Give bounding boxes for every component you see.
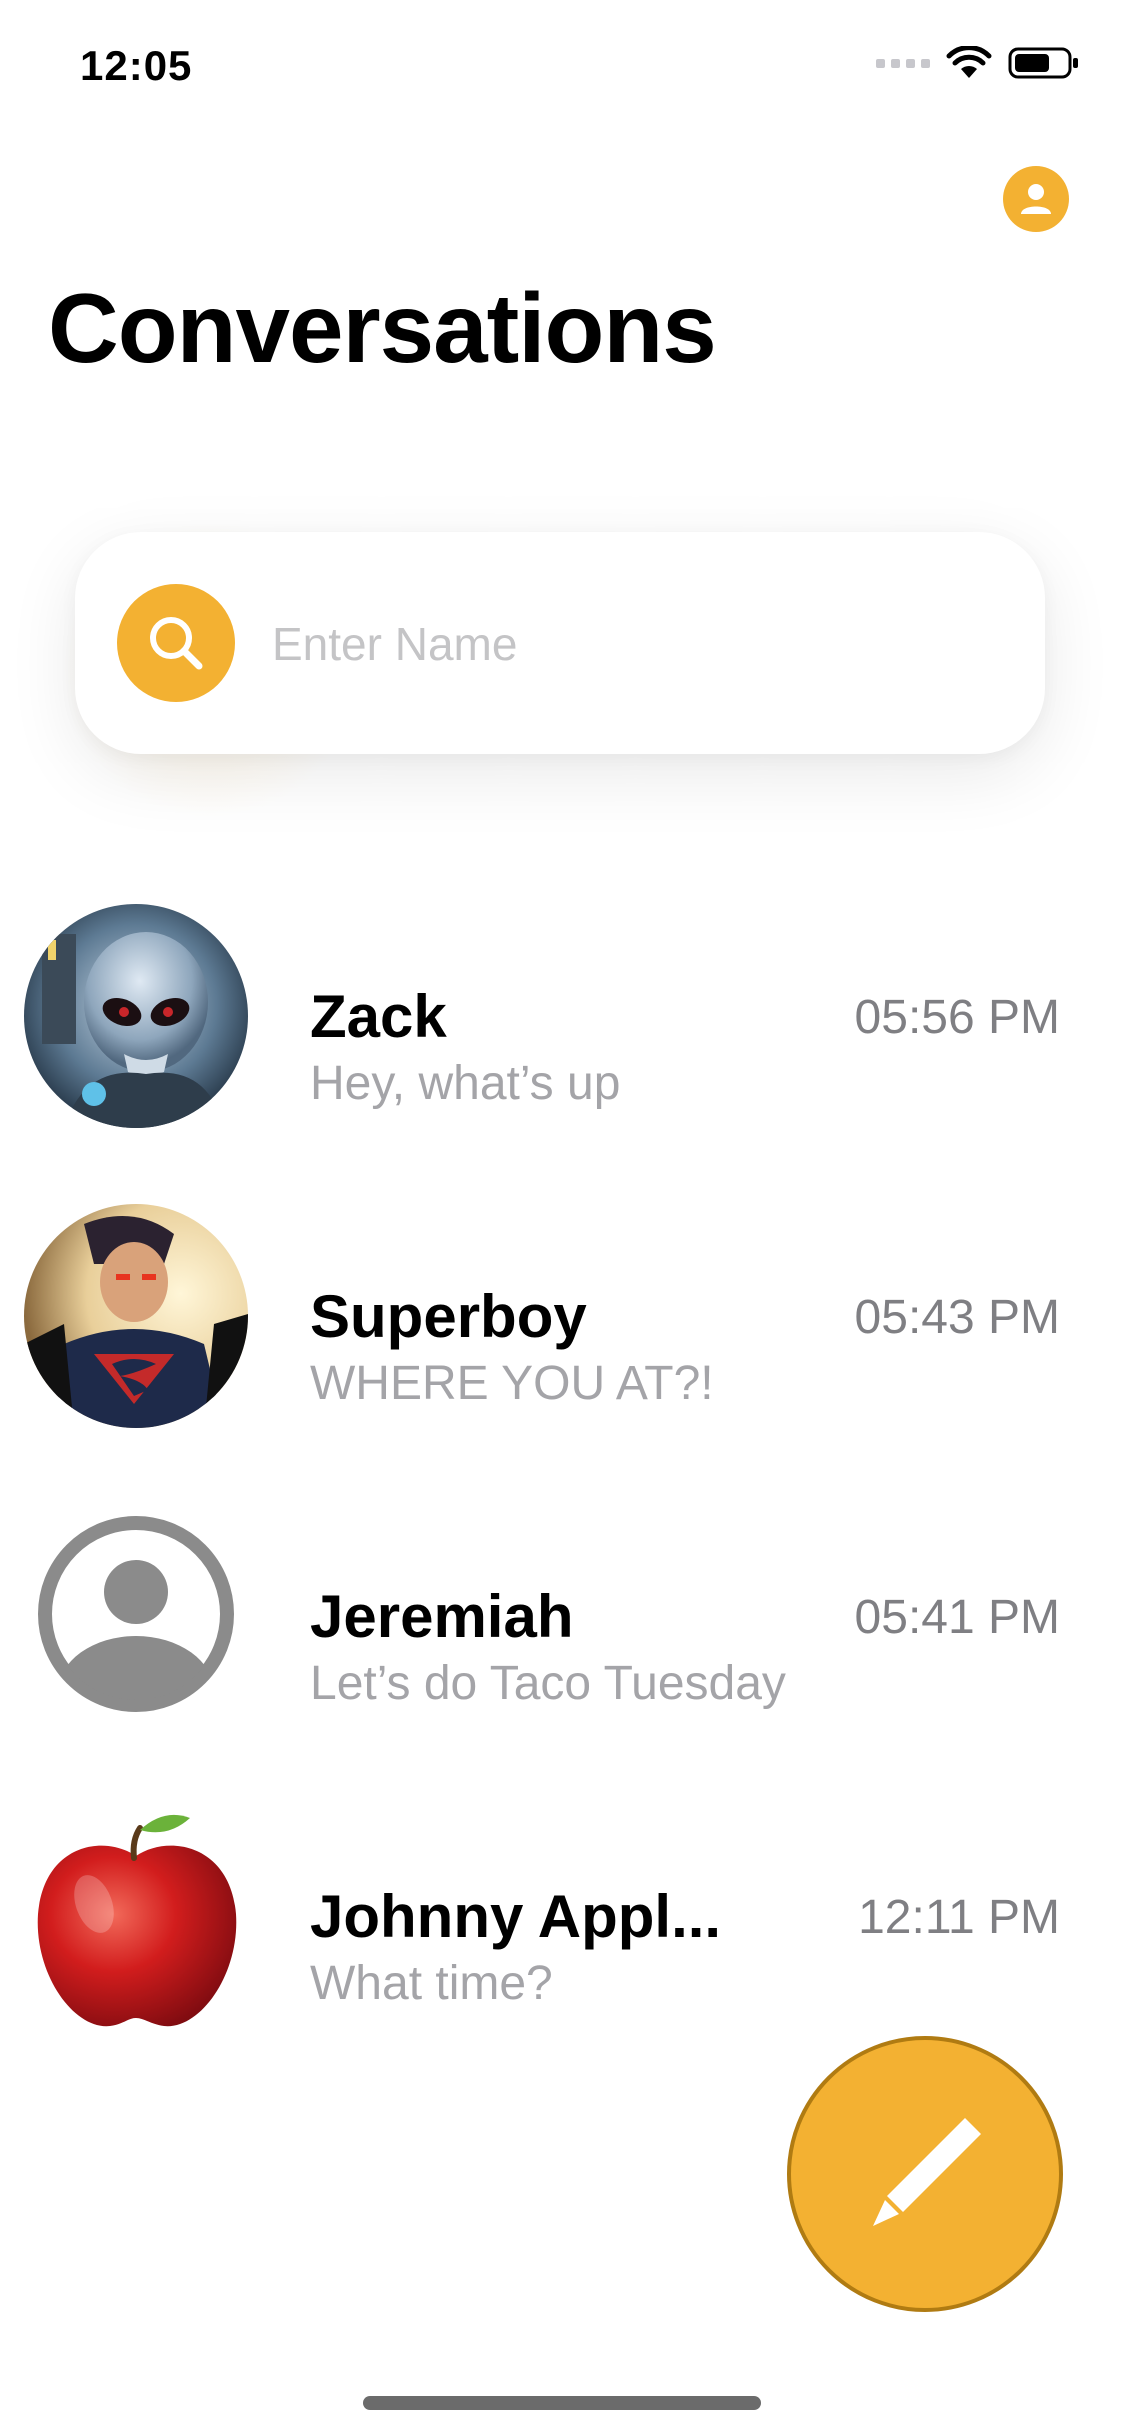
pencil-icon — [873, 2118, 981, 2226]
avatar — [36, 1514, 236, 1714]
message-time: 05:41 PM — [854, 1591, 1060, 1644]
message-time: 12:11 PM — [858, 1891, 1060, 1944]
contact-name: Superboy — [310, 1283, 587, 1350]
avatar — [24, 1204, 248, 1428]
home-indicator[interactable] — [363, 2396, 761, 2410]
search-button[interactable] — [117, 584, 235, 702]
conversation-row[interactable]: Jeremiah Let’s do Taco Tuesday 05:41 PM — [0, 1504, 1125, 1744]
status-bar-time: 12:05 — [80, 42, 193, 89]
status-bar-indicators — [876, 46, 1080, 80]
conversation-row[interactable]: Zack Hey, what’s up 05:56 PM — [0, 904, 1125, 1144]
profile-button[interactable] — [1003, 166, 1069, 232]
conversation-row[interactable]: Johnny Appl... What time? 12:11 PM — [0, 1804, 1125, 2044]
message-preview: WHERE YOU AT?! — [310, 1357, 714, 1410]
person-circle-icon — [1021, 184, 1051, 214]
contact-name: Johnny Appl... — [310, 1883, 722, 1950]
conversations-screen: 12:05 Conversations Enter Name Zack Hey,… — [0, 0, 1125, 2436]
contact-name: Jeremiah — [310, 1583, 574, 1650]
message-preview: Let’s do Taco Tuesday — [310, 1657, 786, 1710]
message-preview: What time? — [310, 1957, 553, 2010]
message-preview: Hey, what’s up — [310, 1057, 621, 1110]
wifi-icon — [946, 46, 992, 78]
contact-name: Zack — [310, 983, 447, 1050]
conversation-row[interactable]: Superboy WHERE YOU AT?! 05:43 PM — [0, 1204, 1125, 1444]
default-person-icon — [38, 1516, 234, 1712]
cellular-signal-icon — [876, 58, 930, 68]
avatar — [24, 1804, 248, 2028]
page-title: Conversations — [48, 273, 717, 383]
message-time: 05:56 PM — [854, 991, 1060, 1044]
search-input[interactable] — [270, 598, 994, 690]
message-time: 05:43 PM — [854, 1291, 1060, 1344]
compose-button[interactable] — [787, 2036, 1063, 2312]
avatar — [24, 904, 248, 1128]
battery-icon — [1008, 47, 1078, 79]
search-bar[interactable] — [75, 532, 1045, 754]
search-icon — [150, 617, 203, 670]
